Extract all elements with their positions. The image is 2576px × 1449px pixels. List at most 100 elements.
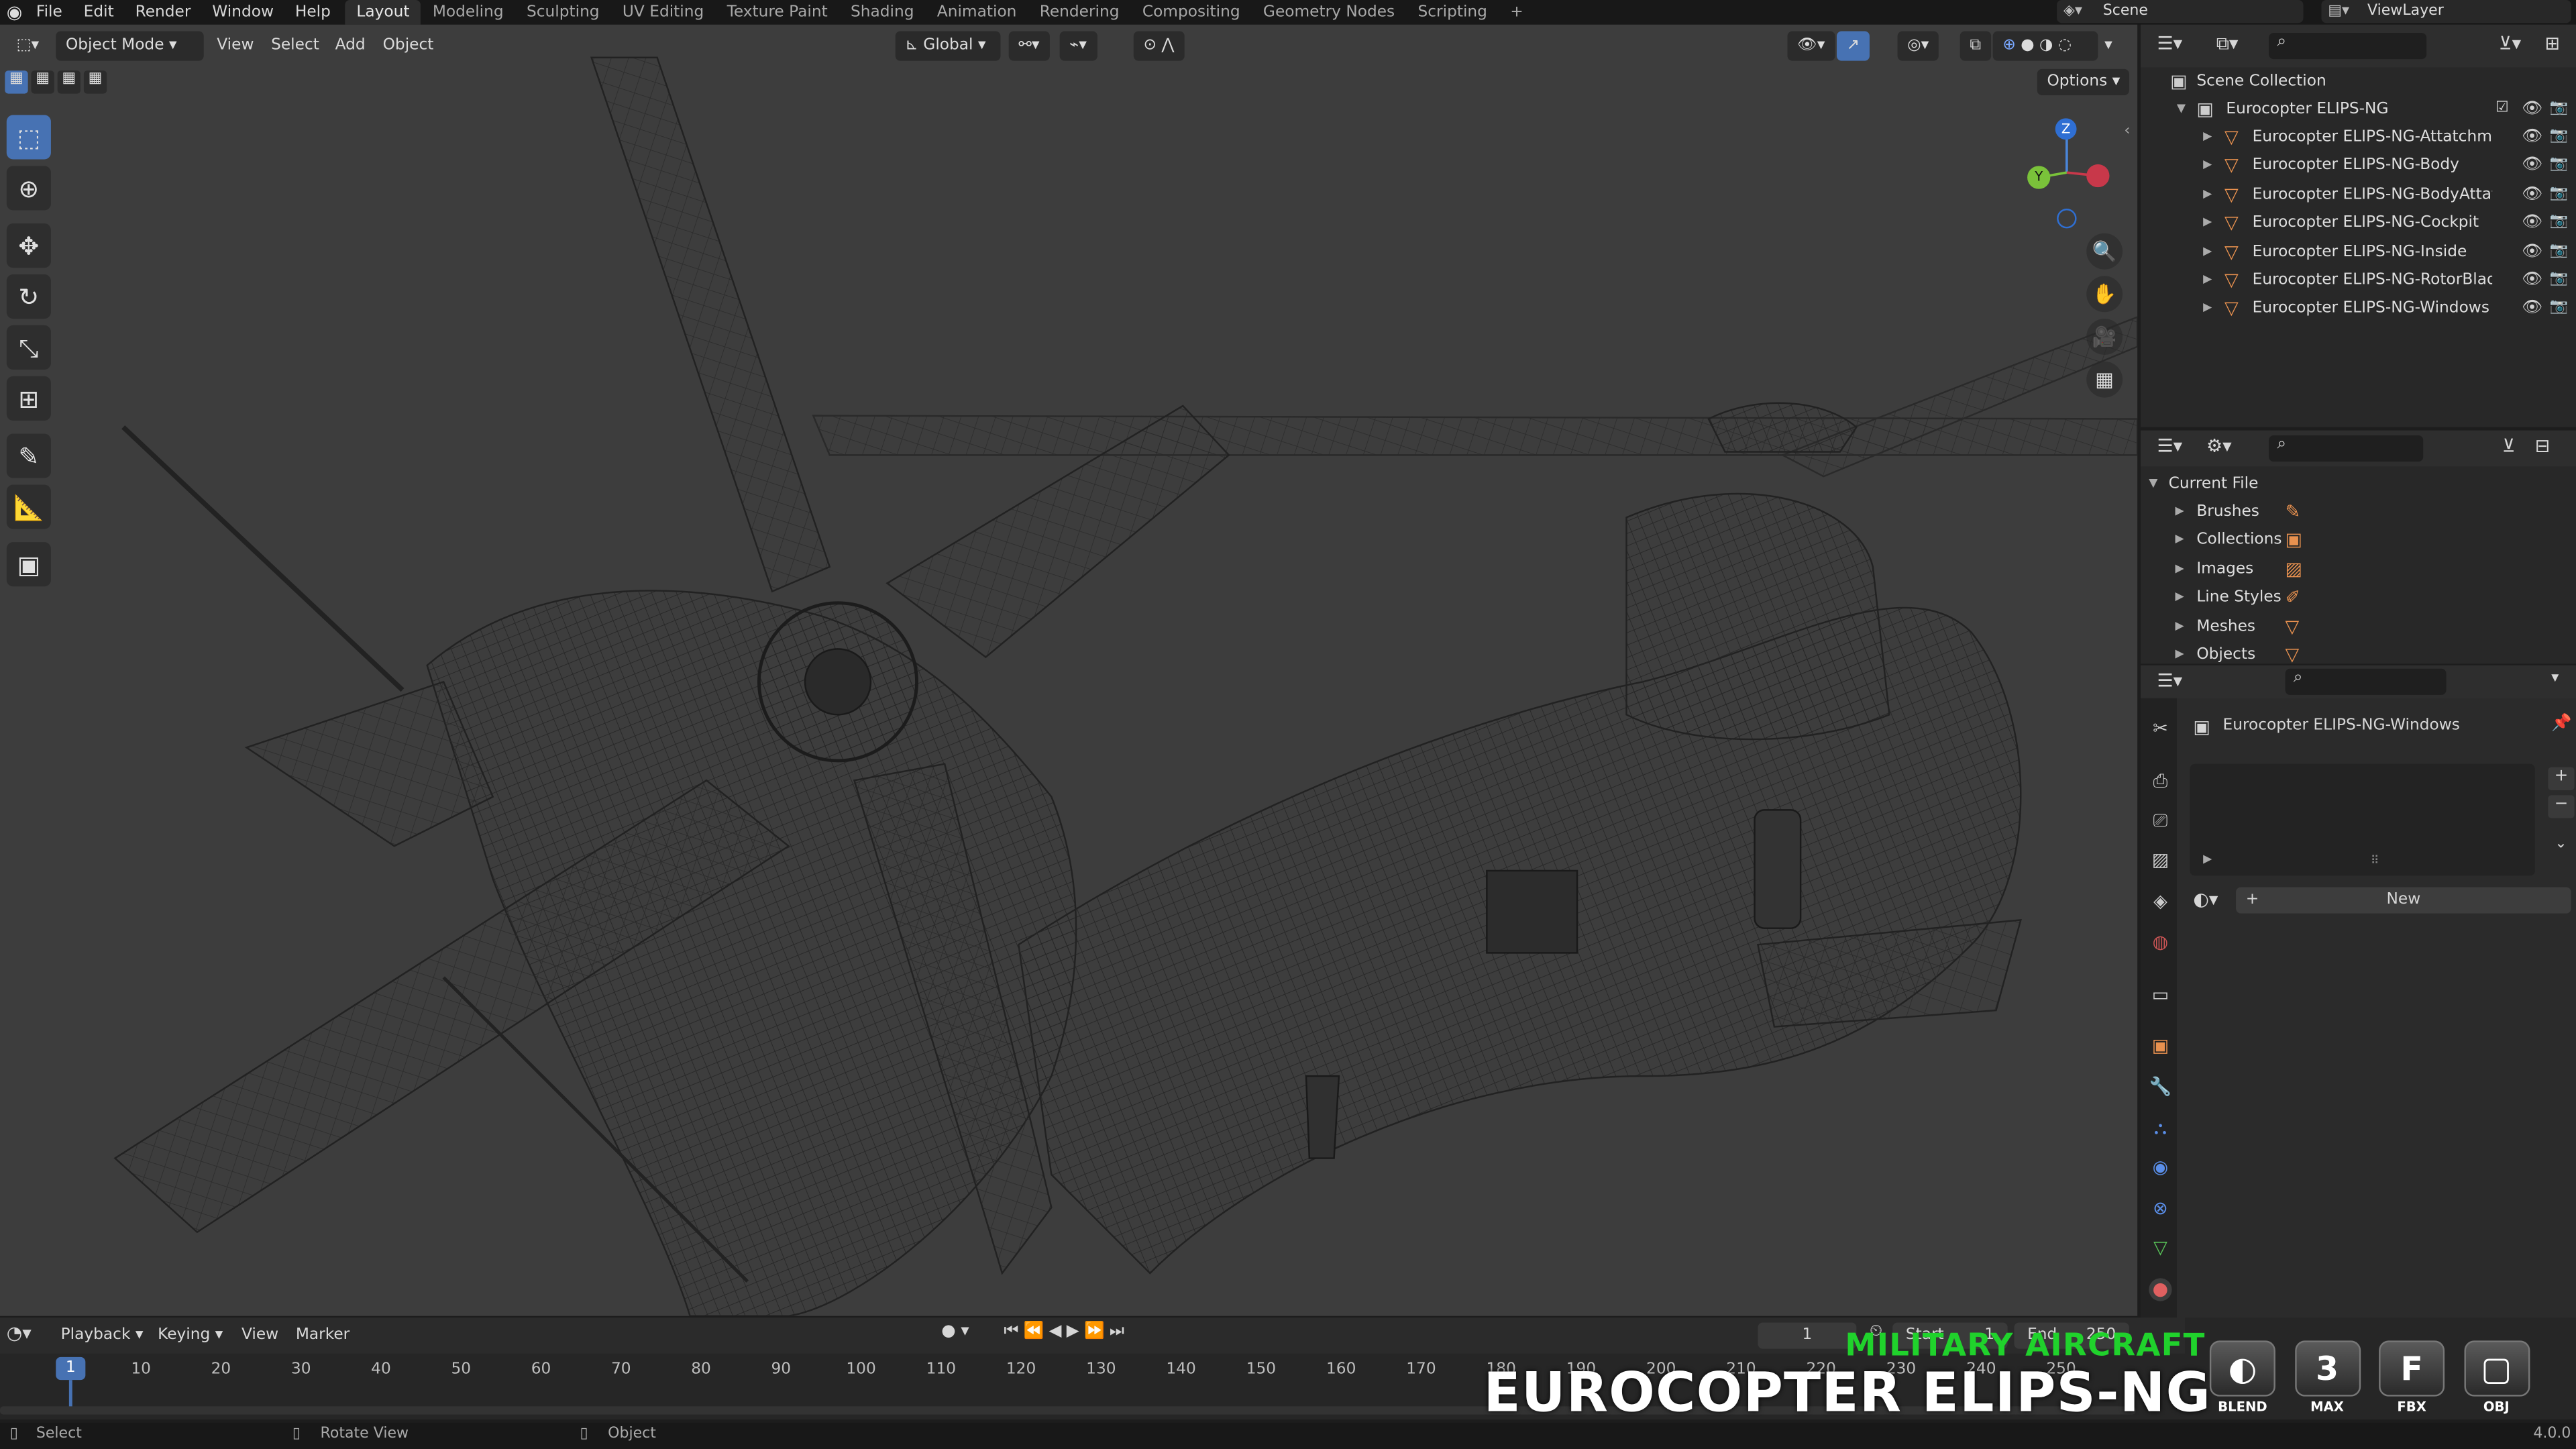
outliner-row-object[interactable]: ▶ ▽ Eurocopter ELIPS-NG-Cockpit 👁 📷	[2141, 209, 2576, 237]
constraints-tab-icon[interactable]: ⊗	[2149, 1197, 2171, 1220]
eye-icon[interactable]: 👁	[2522, 180, 2542, 209]
output-tab-icon[interactable]: ⎚	[2149, 810, 2171, 833]
expand-icon[interactable]: ▶	[2203, 237, 2212, 266]
menu-window[interactable]: Window	[212, 3, 274, 21]
blend-data-row[interactable]: ▶ Line Styles ✐	[2141, 584, 2576, 612]
outliner-row-object[interactable]: ▶ ▽ Eurocopter ELIPS-NG-Inside 👁 📷	[2141, 237, 2576, 266]
shading-options-icon[interactable]: ▾	[2104, 32, 2112, 61]
snap-toggle-button[interactable]: ⌁▾	[1059, 31, 1097, 61]
object-tab-icon[interactable]: ▣	[2149, 1035, 2171, 1058]
blend-data-row[interactable]: ▶ Images ▨	[2141, 555, 2576, 583]
material-shading-icon[interactable]: ◑	[2039, 36, 2053, 54]
zoom-icon[interactable]: 🔍	[2086, 233, 2123, 270]
camera-icon[interactable]: 📷	[2550, 266, 2568, 294]
current-file-row[interactable]: ▼ Current File	[2141, 470, 2576, 498]
select-new-icon[interactable]: ▦	[5, 70, 28, 94]
physics-tab-icon[interactable]: ◉	[2149, 1157, 2171, 1179]
blend-search-input[interactable]: ⌕	[2269, 435, 2424, 462]
expand-icon[interactable]: ▶	[2203, 180, 2212, 209]
play-reverse-icon[interactable]: ◀	[1049, 1322, 1067, 1340]
remove-slot-icon[interactable]: −	[2548, 795, 2575, 818]
expand-icon[interactable]: ▶	[2203, 266, 2212, 294]
sidebar-toggle-icon[interactable]: ‹	[2125, 123, 2131, 140]
visibility-selector[interactable]: 👁▾	[1787, 31, 1835, 61]
outliner-row-object[interactable]: ▶ ▽ Eurocopter ELIPS-NG-RotorBlade 👁 📷	[2141, 266, 2576, 294]
tab-animation[interactable]: Animation	[926, 0, 1028, 25]
tab-scripting[interactable]: Scripting	[1406, 0, 1499, 25]
tab-layout[interactable]: Layout	[345, 0, 421, 25]
tab-rendering[interactable]: Rendering	[1028, 0, 1131, 25]
camera-icon[interactable]: 📷	[2550, 180, 2568, 209]
scene-tab-icon[interactable]: ◈	[2149, 890, 2171, 913]
jump-start-icon[interactable]: ⏮	[1004, 1322, 1023, 1340]
marker-menu[interactable]: Marker	[296, 1321, 350, 1350]
eye-icon[interactable]: 👁	[2522, 95, 2542, 123]
navigation-gizmo[interactable]: Z Y	[2017, 115, 2116, 229]
record-button-icon[interactable]: ● ▾	[941, 1322, 969, 1340]
modifier-tab-icon[interactable]: 🔧	[2149, 1076, 2172, 1099]
axis-z-icon[interactable]: Z	[2055, 118, 2077, 140]
menu-render[interactable]: Render	[136, 3, 191, 21]
menu-file[interactable]: File	[36, 3, 62, 21]
overlay-toggle-button[interactable]: ◎▾	[1897, 31, 1939, 61]
menu-edit[interactable]: Edit	[84, 3, 114, 21]
expand-icon[interactable]: ▶	[2175, 498, 2184, 526]
properties-search-input[interactable]: ⌕	[2285, 668, 2447, 695]
select-intersect-icon[interactable]: ▦	[83, 70, 107, 94]
expand-icon[interactable]: ▶	[2175, 641, 2184, 663]
outliner-filter-icon[interactable]: ⊻▾	[2499, 33, 2521, 54]
view-layer-tab-icon[interactable]: ▨	[2149, 849, 2171, 872]
expand-icon[interactable]: ▶	[2175, 612, 2184, 640]
tab-geometry-nodes[interactable]: Geometry Nodes	[1252, 0, 1407, 25]
axis-y-icon[interactable]: Y	[2027, 166, 2051, 189]
playback-menu[interactable]: Playback ▾	[61, 1321, 144, 1350]
measure-tool[interactable]: 📐	[6, 484, 51, 529]
view-layer-selector[interactable]: ▤▾ ViewLayer	[2321, 0, 2571, 23]
annotate-tool[interactable]: ✎	[6, 433, 51, 478]
pin-icon[interactable]: 📌	[2551, 714, 2571, 733]
object-data-tab-icon[interactable]: ▽	[2149, 1237, 2171, 1260]
current-frame-field[interactable]: 1	[1758, 1322, 1857, 1349]
menu-help[interactable]: Help	[295, 3, 331, 21]
expand-icon[interactable]: ▶	[2203, 853, 2212, 866]
tool-tab-icon[interactable]: ✂	[2149, 718, 2171, 741]
outliner-display-mode-icon[interactable]: ⧉▾	[2216, 33, 2239, 56]
render-tab-icon[interactable]: ⎙	[2149, 771, 2171, 794]
scale-tool[interactable]: ⤡	[6, 325, 51, 370]
tab-texture-paint[interactable]: Texture Paint	[715, 0, 839, 25]
rendered-shading-icon[interactable]: ◌	[2058, 36, 2072, 54]
outliner-row-object[interactable]: ▶ ▽ Eurocopter ELIPS-NG-Windows 👁 📷	[2141, 294, 2576, 323]
blend-data-row[interactable]: ▶ Objects ▽	[2141, 641, 2576, 663]
blend-display-mode-icon[interactable]: ⚙▾	[2206, 435, 2232, 457]
proportional-editing-button[interactable]: ⊙ ⋀	[1133, 31, 1185, 61]
outliner-row-object[interactable]: ▶ ▽ Eurocopter ELIPS-NG-BodyAttatc 👁 📷	[2141, 180, 2576, 209]
eye-icon[interactable]: 👁	[2522, 237, 2542, 266]
eye-icon[interactable]: 👁	[2522, 152, 2542, 180]
editor-type-button[interactable]: ⬚▾	[7, 32, 49, 61]
scene-selector[interactable]: ◈▾ Scene	[2057, 0, 2304, 23]
transform-orientation-selector[interactable]: ⊾ Global ▾	[895, 31, 1001, 61]
expand-icon[interactable]: ▶	[2175, 584, 2184, 612]
tab-uv-editing[interactable]: UV Editing	[611, 0, 716, 25]
playhead[interactable]: 1	[56, 1356, 86, 1381]
outliner-search-input[interactable]: ⌕	[2269, 32, 2427, 60]
select-subtract-icon[interactable]: ▦	[57, 70, 81, 94]
collection-tab-icon[interactable]: ▭	[2149, 984, 2171, 1007]
play-icon[interactable]: ▶	[1067, 1322, 1084, 1340]
cursor-tool[interactable]: ⊕	[6, 166, 51, 211]
camera-icon[interactable]: 📷	[2550, 95, 2568, 123]
particles-tab-icon[interactable]: ⛬	[2149, 1117, 2171, 1140]
pan-hand-icon[interactable]: ✋	[2086, 276, 2123, 313]
jump-end-icon[interactable]: ⏭	[1110, 1322, 1129, 1340]
expand-icon[interactable]: ▶	[2203, 123, 2212, 152]
blend-filter-icon[interactable]: ⊻	[2502, 435, 2516, 457]
expand-icon[interactable]: ▶	[2203, 152, 2212, 180]
world-tab-icon[interactable]: ◍	[2149, 932, 2171, 955]
outliner-editor-icon[interactable]: ☰▾	[2157, 33, 2183, 54]
solid-shading-icon[interactable]: ●	[2021, 36, 2034, 54]
new-material-button[interactable]: + New	[2236, 887, 2571, 914]
expand-icon[interactable]: ▶	[2203, 294, 2212, 323]
tab-compositing[interactable]: Compositing	[1131, 0, 1252, 25]
outliner-row-collection[interactable]: ▼ ▣ Eurocopter ELIPS-NG ☑ 👁 📷	[2141, 95, 2576, 123]
outliner-row-scene-collection[interactable]: ▣ Scene Collection	[2141, 67, 2576, 95]
